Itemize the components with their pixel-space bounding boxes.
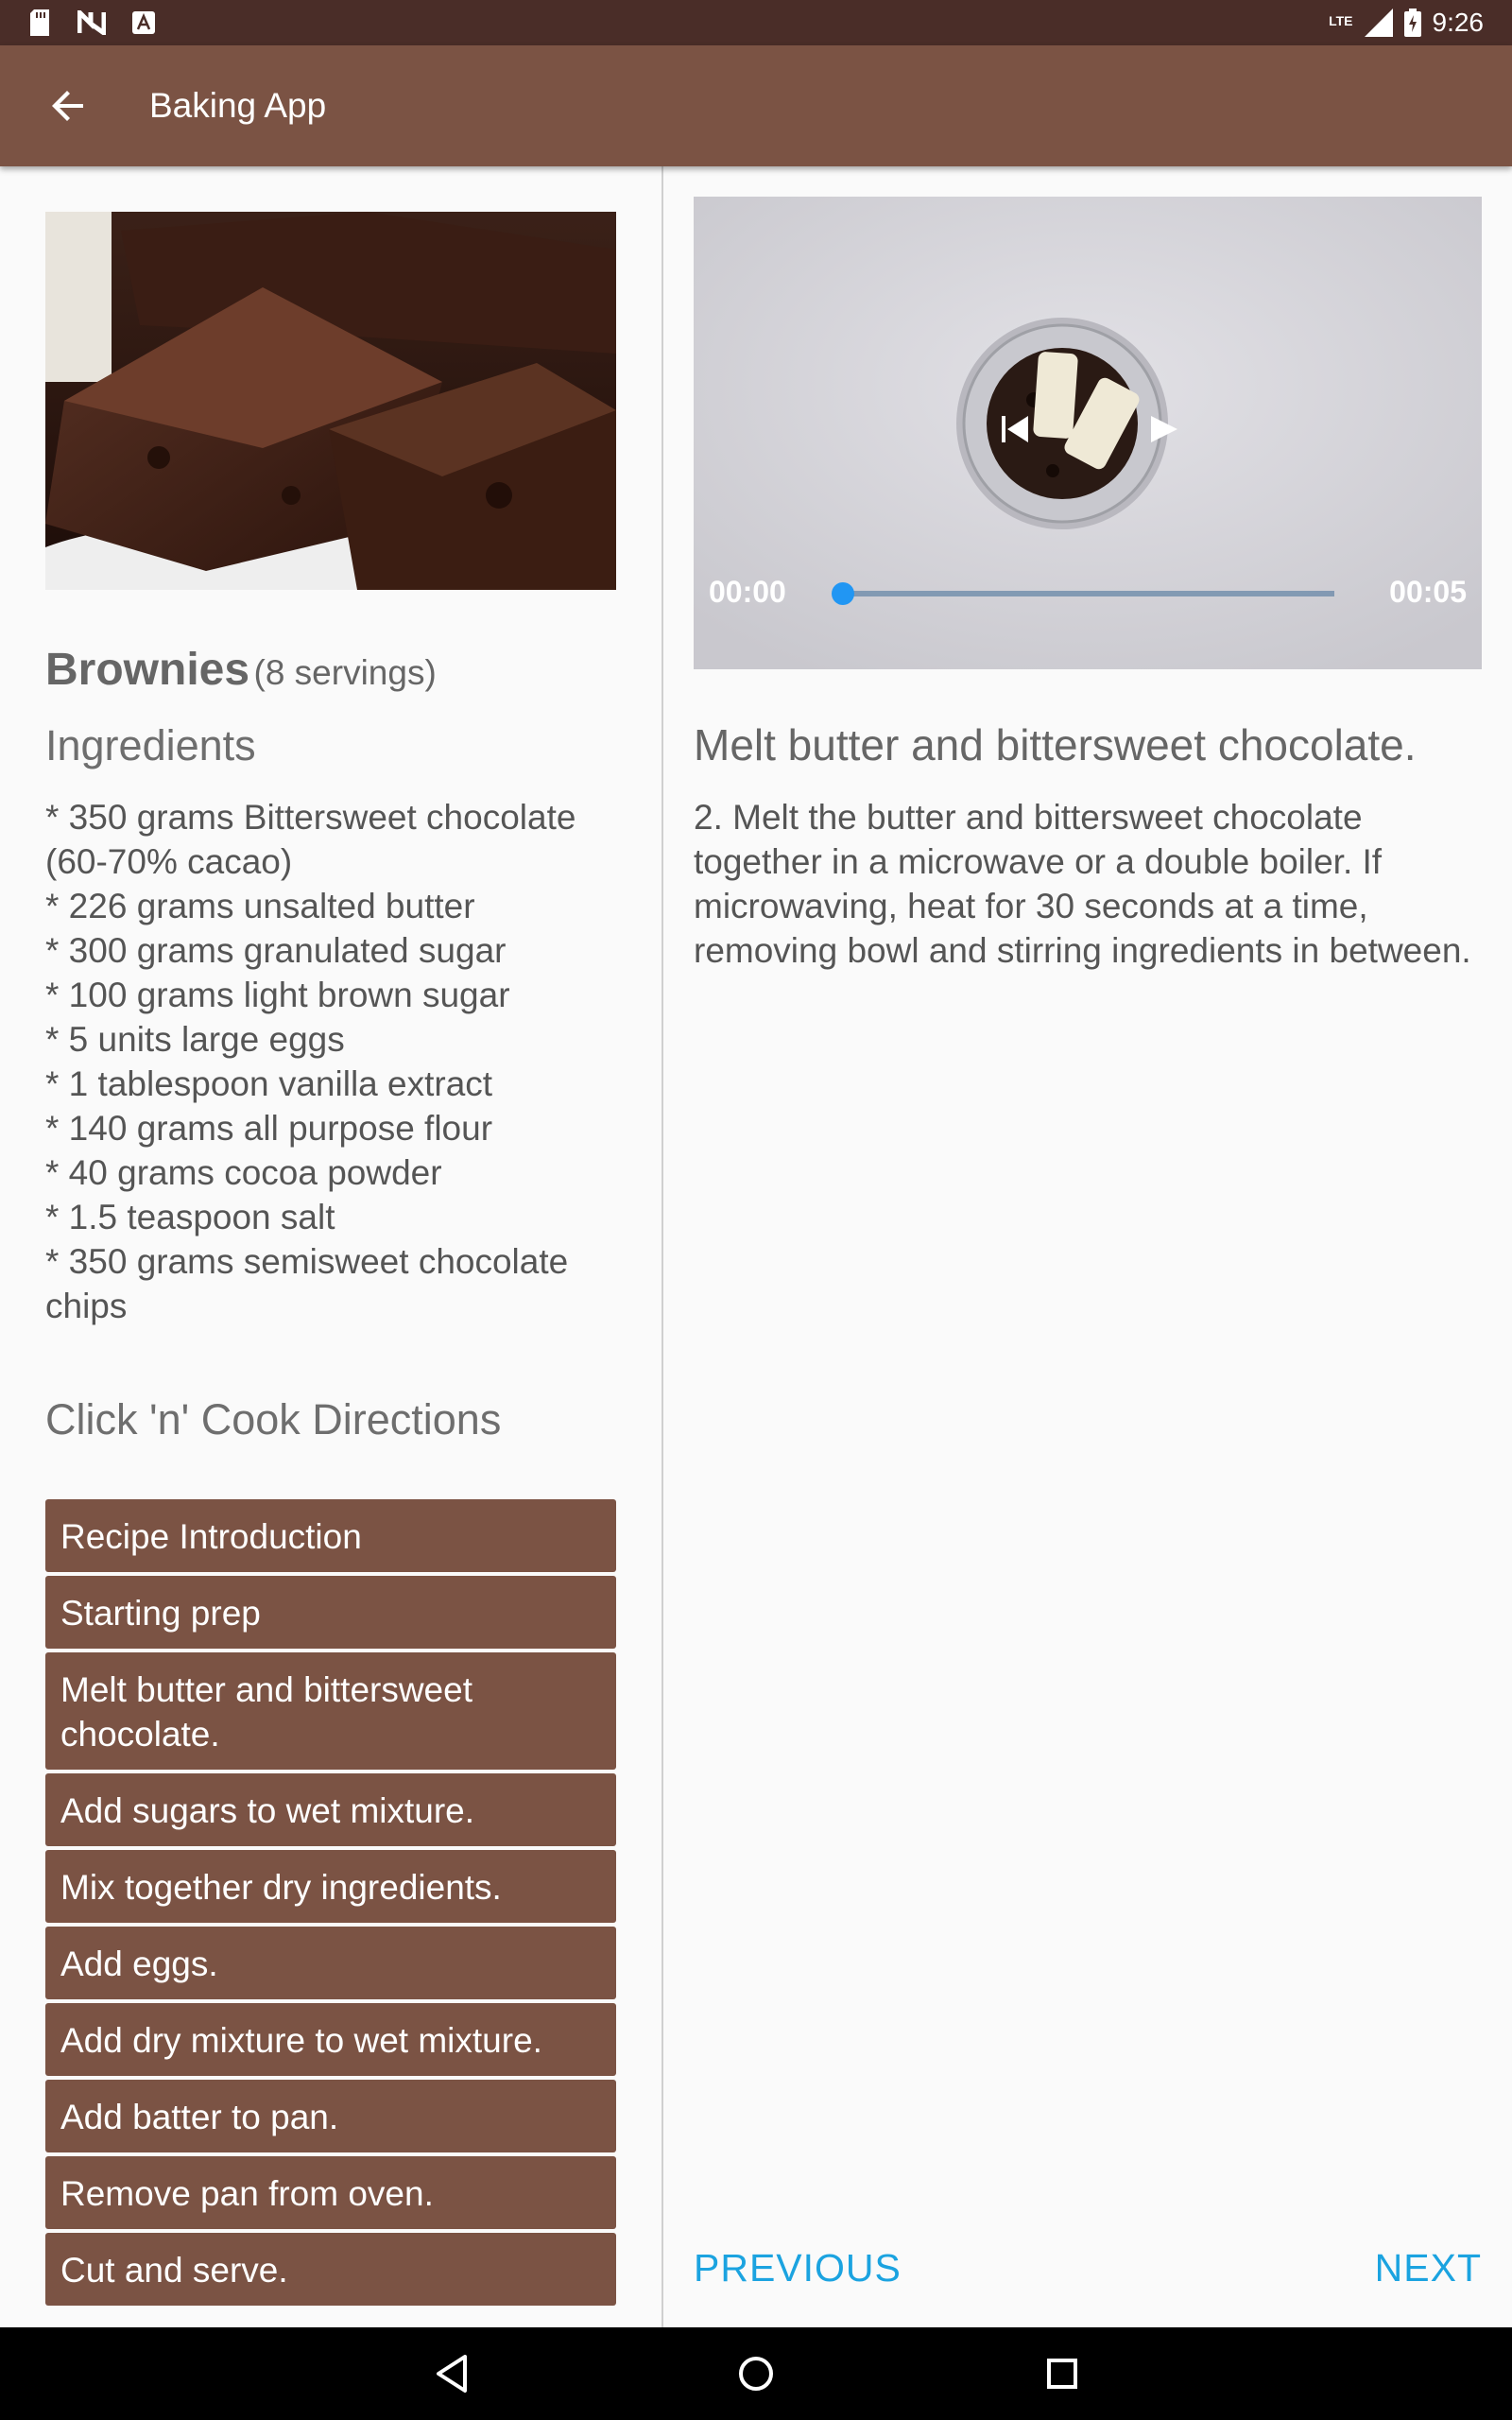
n-notification-icon	[77, 10, 106, 35]
app-title: Baking App	[149, 86, 327, 125]
video-player[interactable]: 00:00 00:05	[694, 197, 1482, 669]
recipe-overview-pane[interactable]: Brownies (8 servings) Ingredients * 350 …	[0, 166, 662, 2327]
recipe-name: Brownies	[45, 645, 250, 695]
app-toolbar: Baking App	[0, 45, 1512, 166]
step-item[interactable]: Cut and serve.	[45, 2233, 616, 2306]
battery-icon	[1403, 9, 1421, 37]
step-item[interactable]: Recipe Introduction	[45, 1499, 616, 1572]
brownies-photo	[45, 212, 616, 590]
previous-button[interactable]: PREVIOUS	[694, 2246, 902, 2290]
total-time: 00:05	[1389, 575, 1467, 609]
step-item[interactable]: Mix together dry ingredients.	[45, 1850, 616, 1923]
step-short-description: Melt butter and bittersweet chocolate.	[694, 720, 1417, 769]
status-bar: LTE 9:26	[0, 0, 1512, 45]
play-icon[interactable]	[1147, 412, 1181, 446]
recents-square-icon[interactable]	[1043, 2351, 1081, 2396]
skip-previous-icon[interactable]	[998, 412, 1032, 446]
recipe-servings: (8 servings)	[253, 653, 437, 692]
home-circle-icon[interactable]	[735, 2351, 777, 2396]
step-item[interactable]: Remove pan from oven.	[45, 2156, 616, 2229]
arrow-back-icon[interactable]	[45, 83, 91, 129]
ingredient-item: * 1 tablespoon vanilla extract	[45, 1064, 493, 1103]
ingredient-item: * 300 grams granulated sugar	[45, 931, 507, 970]
notification-icons	[28, 9, 155, 36]
back-triangle-icon[interactable]	[433, 2351, 471, 2396]
recipe-title: Brownies (8 servings)	[45, 644, 437, 696]
video-frame	[694, 197, 1482, 669]
ingredient-item: * 100 grams light brown sugar	[45, 976, 510, 1014]
ingredient-item: * 1.5 teaspoon salt	[45, 1198, 335, 1236]
ingredient-item: * 5 units large eggs	[45, 1020, 345, 1059]
lte-label: LTE	[1329, 13, 1353, 28]
current-time: 00:00	[709, 575, 786, 609]
recipe-image	[45, 212, 616, 590]
system-navigation-bar	[0, 2327, 1512, 2420]
ingredients-heading: Ingredients	[45, 721, 256, 769]
step-item[interactable]: Add eggs.	[45, 1927, 616, 1999]
step-item[interactable]: Starting prep	[45, 1576, 616, 1649]
step-description: 2. Melt the butter and bittersweet choco…	[694, 798, 1471, 970]
step-detail-pane: 00:00 00:05 Melt butter and bittersweet …	[663, 166, 1512, 2327]
step-list: Recipe Introduction Starting prep Melt b…	[45, 1499, 616, 2309]
ingredient-item: * 140 grams all purpose flour	[45, 1109, 493, 1148]
ingredient-item: * 226 grams unsalted butter	[45, 887, 475, 925]
step-item-selected[interactable]: Melt butter and bittersweet chocolate.	[45, 1652, 616, 1770]
status-time: 9:26	[1432, 8, 1485, 37]
step-item[interactable]: Add sugars to wet mixture.	[45, 1773, 616, 1846]
seek-bar[interactable]	[843, 591, 1334, 596]
ingredient-item: * 40 grams cocoa powder	[45, 1153, 442, 1192]
sd-card-icon	[30, 9, 49, 36]
ingredient-item: * 350 grams Bittersweet chocolate (60-70…	[45, 798, 576, 881]
ingredient-item: * 350 grams semisweet chocolate chips	[45, 1242, 569, 1325]
step-item[interactable]: Add batter to pan.	[45, 2080, 616, 2152]
signal-icon	[1364, 9, 1393, 37]
seek-thumb[interactable]	[832, 582, 854, 605]
ingredient-list: * 350 grams Bittersweet chocolate (60-70…	[45, 795, 612, 1328]
step-item[interactable]: Add dry mixture to wet mixture.	[45, 2003, 616, 2076]
next-button[interactable]: NEXT	[1375, 2246, 1482, 2290]
directions-heading: Click 'n' Cook Directions	[45, 1395, 502, 1443]
a-notification-icon	[132, 11, 155, 34]
